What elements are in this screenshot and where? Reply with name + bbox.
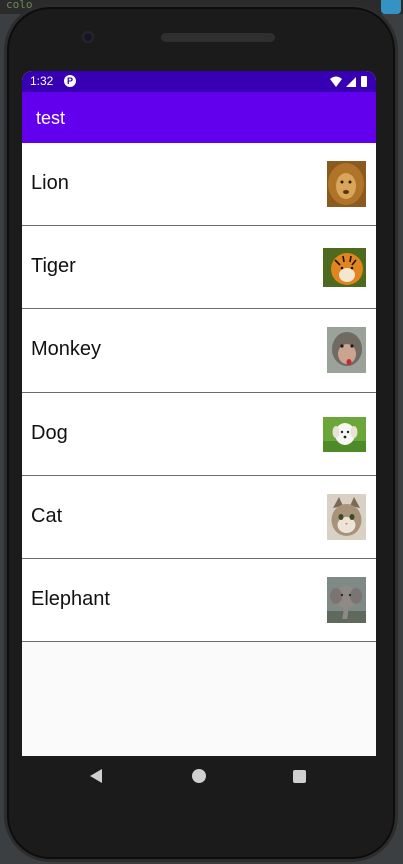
recents-square-icon[interactable] bbox=[293, 770, 306, 783]
status-icons bbox=[330, 76, 367, 87]
dog-photo-icon bbox=[323, 416, 366, 452]
list-item-tiger[interactable]: Tiger bbox=[22, 226, 376, 310]
front-camera-icon bbox=[82, 31, 94, 43]
system-nav-bar bbox=[22, 756, 376, 796]
list-item-monkey[interactable]: Monkey bbox=[22, 309, 376, 393]
list-item-lion[interactable]: Lion bbox=[22, 143, 376, 227]
cat-photo-icon bbox=[327, 493, 366, 540]
app-title: test bbox=[36, 108, 66, 128]
wifi-icon bbox=[330, 76, 342, 87]
item-label: Elephant bbox=[31, 587, 110, 610]
tiger-photo-icon bbox=[323, 248, 366, 288]
earpiece-speaker bbox=[161, 33, 275, 42]
battery-icon bbox=[361, 76, 367, 87]
app-bar: test bbox=[22, 92, 376, 143]
item-label: Monkey bbox=[31, 338, 102, 361]
ide-badge-icon bbox=[381, 0, 401, 14]
item-label: Lion bbox=[31, 172, 69, 194]
list-item-elephant[interactable]: Elephant bbox=[22, 558, 376, 643]
item-label: Cat bbox=[31, 504, 63, 527]
notification-app-icon: P bbox=[64, 75, 76, 87]
home-circle-icon[interactable] bbox=[192, 769, 206, 783]
status-bar: 1:32 P bbox=[22, 71, 376, 92]
item-label: Tiger bbox=[31, 255, 76, 278]
item-label: Dog bbox=[31, 421, 68, 444]
elephant-photo-icon bbox=[327, 576, 366, 623]
list-item-dog[interactable]: Dog bbox=[22, 392, 376, 476]
lion-photo-icon bbox=[327, 161, 366, 207]
device-screen: 1:32 P test Lion Tiger Monkey Dog Cat El… bbox=[22, 71, 376, 756]
signal-icon bbox=[346, 77, 356, 87]
back-triangle-icon[interactable] bbox=[90, 769, 102, 783]
animal-list: Lion Tiger Monkey Dog Cat Elephant bbox=[22, 143, 376, 643]
status-time: 1:32 bbox=[30, 74, 54, 88]
monkey-photo-icon bbox=[327, 327, 366, 374]
list-item-cat[interactable]: Cat bbox=[22, 475, 376, 559]
